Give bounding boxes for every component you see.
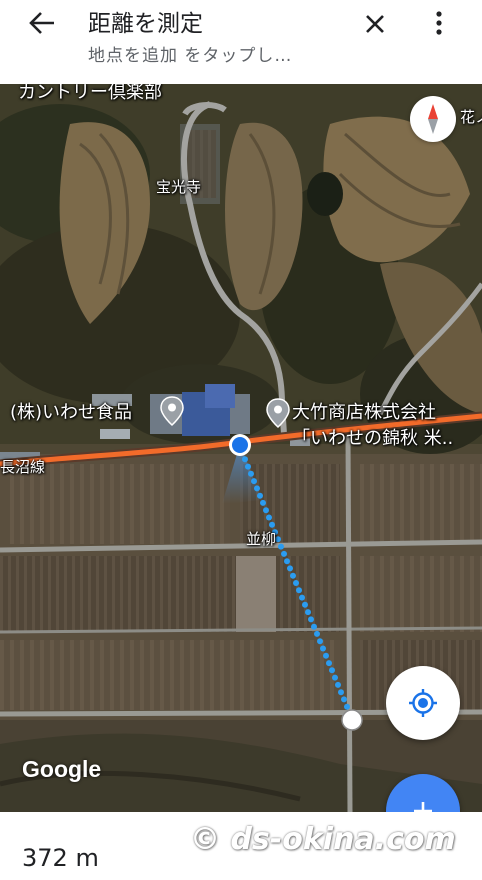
measure-dot — [248, 470, 254, 477]
measure-dot — [326, 660, 332, 667]
measure-dot — [332, 674, 338, 681]
map-pin-icon[interactable] — [160, 396, 184, 426]
my-location-icon — [409, 689, 437, 717]
measure-dot — [269, 521, 275, 528]
measure-dot — [314, 630, 320, 637]
top-app-bar: 距離を測定 地点を追加 をタップし… — [0, 0, 482, 84]
measure-endpoint-marker[interactable] — [340, 708, 364, 732]
more-vert-icon — [436, 11, 442, 35]
measure-dot — [263, 507, 269, 514]
measure-dot — [296, 587, 302, 594]
measure-dot — [245, 463, 251, 470]
bottom-panel: 372 m © ds-okina.com — [0, 812, 482, 880]
plus-icon — [414, 802, 432, 812]
label-temple: 宝光寺 — [156, 178, 202, 196]
measure-dot — [335, 681, 341, 688]
current-location-dot — [229, 434, 251, 456]
label-country-club: カントリー倶楽部 — [18, 84, 162, 103]
google-logo: Google — [22, 756, 102, 782]
measure-dot — [290, 572, 296, 579]
more-options-button[interactable] — [428, 6, 450, 40]
instruction-subtitle: 地点を追加 をタップし… — [88, 46, 293, 66]
label-railway: 長沼線 — [0, 458, 46, 476]
page-title: 距離を測定 — [88, 11, 203, 37]
measure-dot — [320, 645, 326, 652]
measure-dot — [254, 485, 260, 492]
measured-distance: 372 m — [22, 844, 99, 872]
back-button[interactable] — [26, 8, 62, 40]
watermark: © ds-okina.com — [190, 822, 456, 857]
measure-dot — [308, 616, 314, 623]
map-pin-icon[interactable] — [266, 398, 290, 428]
measure-dot — [338, 689, 344, 696]
label-company-right[interactable]: 大竹商店株式会社 — [292, 398, 436, 424]
compass-icon — [428, 104, 438, 134]
measure-dot — [266, 514, 272, 521]
measure-dot — [323, 652, 329, 659]
label-company-left[interactable]: (株)いわせ食品 — [10, 398, 132, 424]
label-top-right-edge: 花ノ — [460, 108, 482, 126]
measure-dot — [251, 478, 257, 485]
satellite-map[interactable]: カントリー倶楽部 花ノ 宝光寺 (株)いわせ食品 大竹商店株式会社 「いわせの錦… — [0, 84, 482, 812]
measure-dot — [341, 696, 347, 703]
measure-dot — [302, 601, 308, 608]
measure-dot — [281, 550, 287, 557]
measure-dot — [311, 623, 317, 630]
measure-dot — [293, 580, 299, 586]
label-company-right-sub[interactable]: 「いわせの錦秋 米.. — [292, 424, 453, 450]
measure-dot — [284, 558, 290, 565]
measure-dot — [299, 594, 305, 601]
measure-dot — [329, 667, 335, 674]
my-location-button[interactable] — [386, 666, 460, 740]
label-area: 並柳 — [246, 530, 277, 548]
compass-button[interactable] — [410, 96, 456, 142]
measure-dot — [278, 543, 284, 550]
measure-dot — [305, 609, 311, 616]
measure-dot — [287, 565, 293, 572]
measure-dot — [317, 638, 323, 645]
measure-dot — [257, 492, 263, 499]
close-button[interactable] — [360, 8, 390, 38]
add-point-button[interactable] — [386, 774, 460, 812]
close-icon — [366, 15, 384, 33]
arrow-back-icon — [29, 12, 54, 34]
measure-dot — [260, 499, 266, 506]
